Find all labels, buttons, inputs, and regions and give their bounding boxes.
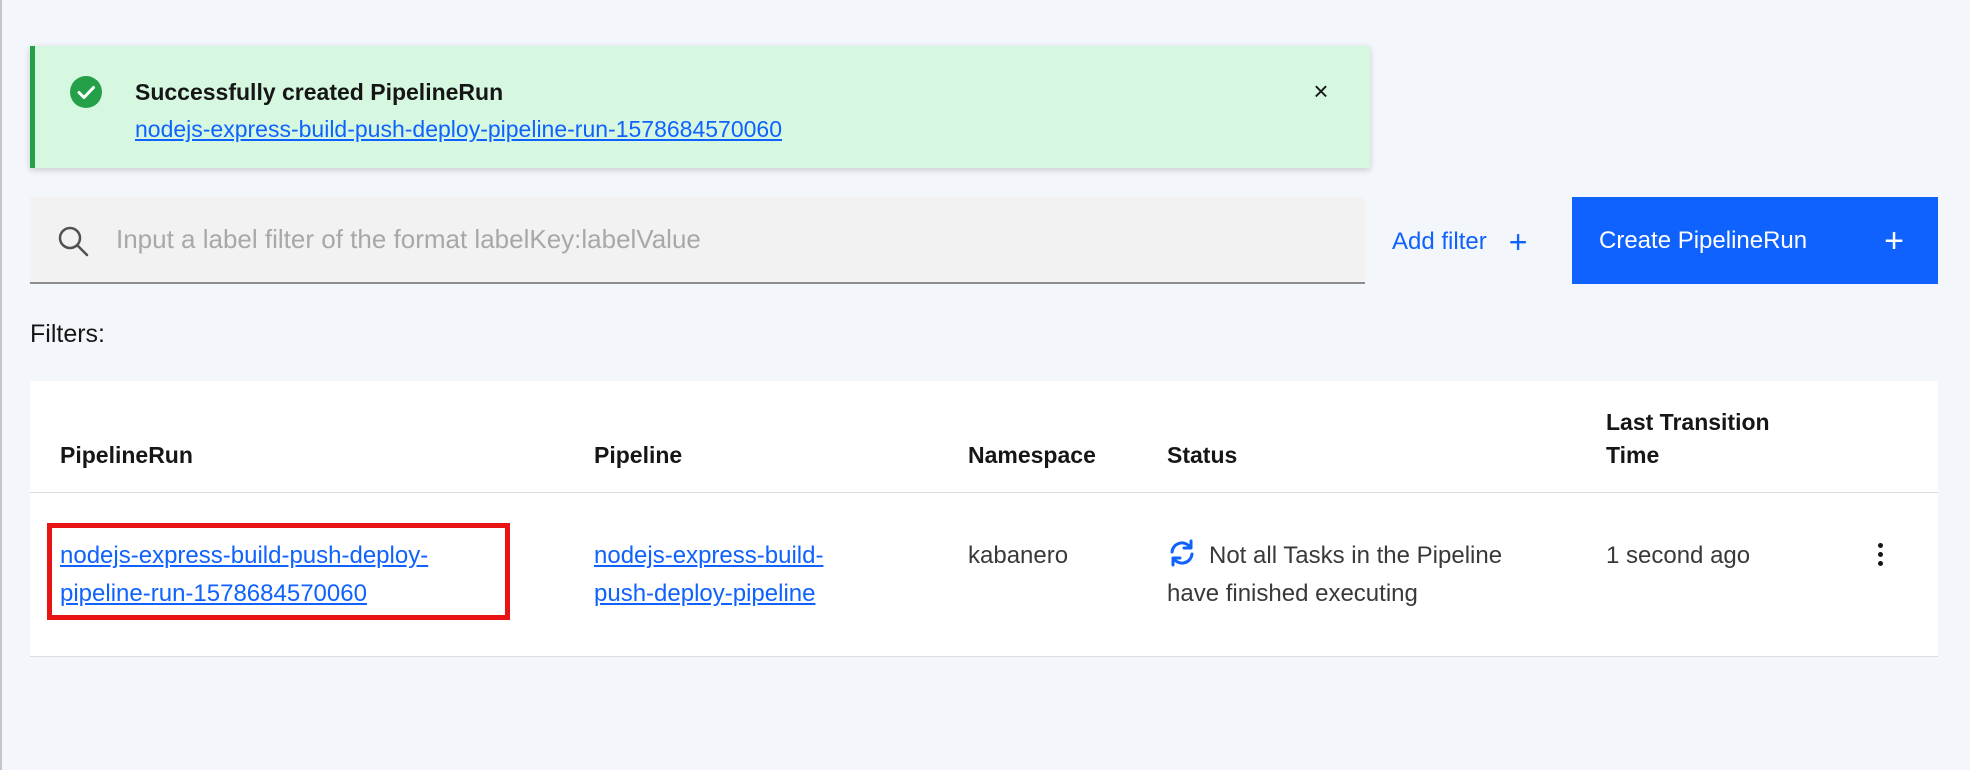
pipelineruns-table: PipelineRun Pipeline Namespace Status La… (30, 381, 1938, 657)
column-header-last-transition-line1: Last Transition (1606, 409, 1770, 435)
pipeline-link-line2: push-deploy-pipeline (594, 580, 816, 607)
pipeline-link-line1: nodejs-express-build- (594, 542, 824, 569)
checkmark-filled-icon (70, 76, 102, 108)
pipelinerun-link-line2: pipeline-run-1578684570060 (60, 580, 367, 607)
column-header-pipeline: Pipeline (594, 442, 683, 468)
create-pipelinerun-label: Create PipelineRun (1599, 226, 1808, 254)
table-cell-status: Not all Tasks in the Pipeline have finis… (1167, 537, 1502, 613)
table-header-divider (30, 492, 1938, 493)
add-filter-button[interactable]: Add filter + (1392, 220, 1527, 264)
table-cell-last-transition-time: 1 second ago (1606, 542, 1751, 569)
table-cell-namespace: kabanero (968, 542, 1069, 569)
refresh-running-icon (1170, 539, 1194, 567)
label-filter-input[interactable] (116, 197, 1346, 282)
notification-close-button[interactable]: × (1304, 74, 1338, 108)
pipeline-link[interactable]: nodejs-express-build- push-deploy-pipeli… (594, 542, 823, 607)
filters-label: Filters: (30, 320, 105, 348)
search-icon (58, 226, 89, 257)
column-header-last-transition-time: Last Transition Time (1606, 406, 1770, 472)
column-header-last-transition-line2: Time (1606, 442, 1660, 468)
close-icon: × (1313, 76, 1329, 106)
create-pipelinerun-button[interactable]: Create PipelineRun + (1572, 197, 1938, 284)
column-header-status: Status (1167, 442, 1238, 468)
status-text-line2: have finished executing (1167, 580, 1418, 607)
table-cell-pipelinerun: nodejs-express-build-push-deploy- pipeli… (60, 537, 428, 613)
overflow-menu-icon (1877, 542, 1883, 548)
table-cell-pipeline: nodejs-express-build- push-deploy-pipeli… (594, 537, 823, 613)
row-overflow-menu-button[interactable] (1868, 532, 1892, 576)
window-left-border (0, 0, 2, 770)
notification-title: Successfully created PipelineRun (135, 79, 504, 105)
add-filter-label: Add filter (1392, 228, 1487, 255)
success-notification: Successfully created PipelineRun nodejs-… (30, 46, 1370, 168)
notification-pipelinerun-link[interactable]: nodejs-express-build-push-deploy-pipelin… (135, 116, 782, 143)
add-icon: + (1884, 221, 1904, 260)
label-filter-search (30, 197, 1365, 284)
pipelinerun-link[interactable]: nodejs-express-build-push-deploy- pipeli… (60, 542, 428, 607)
column-header-pipelinerun: PipelineRun (60, 442, 193, 468)
add-icon: + (1508, 224, 1528, 260)
status-text-line1: Not all Tasks in the Pipeline (1209, 542, 1503, 569)
pipelinerun-link-line1: nodejs-express-build-push-deploy- (60, 542, 429, 569)
column-header-namespace: Namespace (968, 442, 1096, 468)
